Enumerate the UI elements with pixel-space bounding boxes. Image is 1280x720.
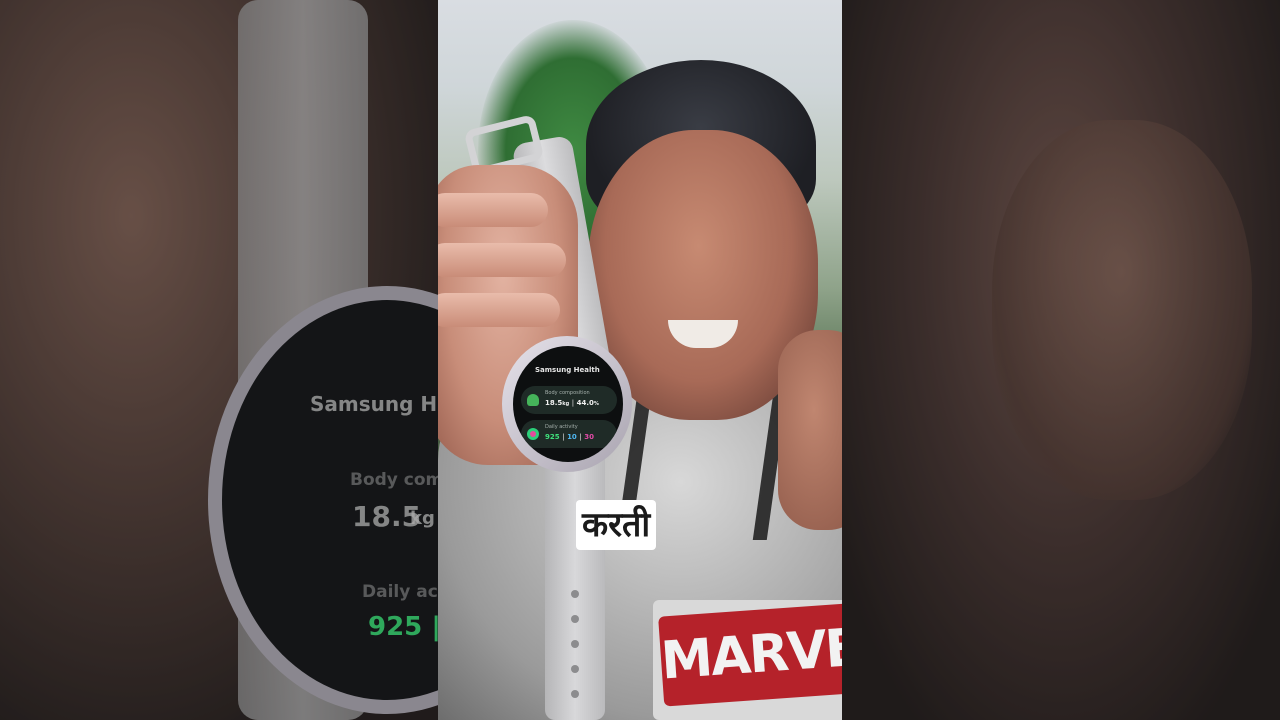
percent-unit: % [593, 401, 599, 407]
raised-hand [778, 330, 842, 530]
value-separator: | [562, 433, 565, 441]
value-separator: | [571, 399, 575, 407]
subtitle-caption: करती [576, 500, 657, 550]
blur-overlay [0, 0, 438, 720]
watch-app-title: Samsung Health [535, 366, 600, 374]
weight-value: 18.5 [545, 399, 563, 407]
watch-screen: Samsung Health Body composition 18.5kg |… [513, 346, 623, 462]
percent-value: 44.0 [576, 399, 594, 407]
video-frame: MARVE Samsung Health Body composition 18… [438, 0, 842, 720]
shirt-logo: MARVE [658, 603, 842, 707]
daily-activity-value: 925 | 10 | 30 [545, 433, 594, 441]
shirt-logo-text: MARVE [659, 617, 842, 692]
subtitle-text: करती [582, 505, 651, 545]
blurred-left-panel: Samsung H Body com 18.5 kg Daily ac 925 … [0, 0, 438, 720]
minutes-value: 10 [567, 433, 577, 441]
strap-hole [571, 665, 579, 673]
strap-hole [571, 640, 579, 648]
strap-hole [571, 590, 579, 598]
blurred-right-panel [842, 0, 1280, 720]
body-composition-tile: Body composition 18.5kg | 44.0% [521, 386, 617, 414]
finger [438, 243, 566, 277]
body-composition-value: 18.5kg | 44.0% [545, 399, 599, 407]
calories-value: 30 [584, 433, 594, 441]
weight-unit: kg [562, 401, 570, 407]
value-separator: | [579, 433, 582, 441]
shirt-logo-patch: MARVE [653, 600, 842, 720]
daily-activity-label: Daily activity [545, 424, 578, 430]
strap-hole [571, 615, 579, 623]
steps-value: 925 [545, 433, 560, 441]
finger [438, 293, 560, 327]
body-composition-icon [527, 394, 539, 406]
finger [438, 193, 548, 227]
heart-icon [527, 428, 539, 440]
body-composition-label: Body composition [545, 390, 590, 396]
strap-hole [571, 690, 579, 698]
daily-activity-tile: Daily activity 925 | 10 | 30 [521, 420, 617, 448]
smile [668, 320, 738, 348]
blur-overlay [842, 0, 1280, 720]
watch-strap-bottom [545, 440, 605, 720]
